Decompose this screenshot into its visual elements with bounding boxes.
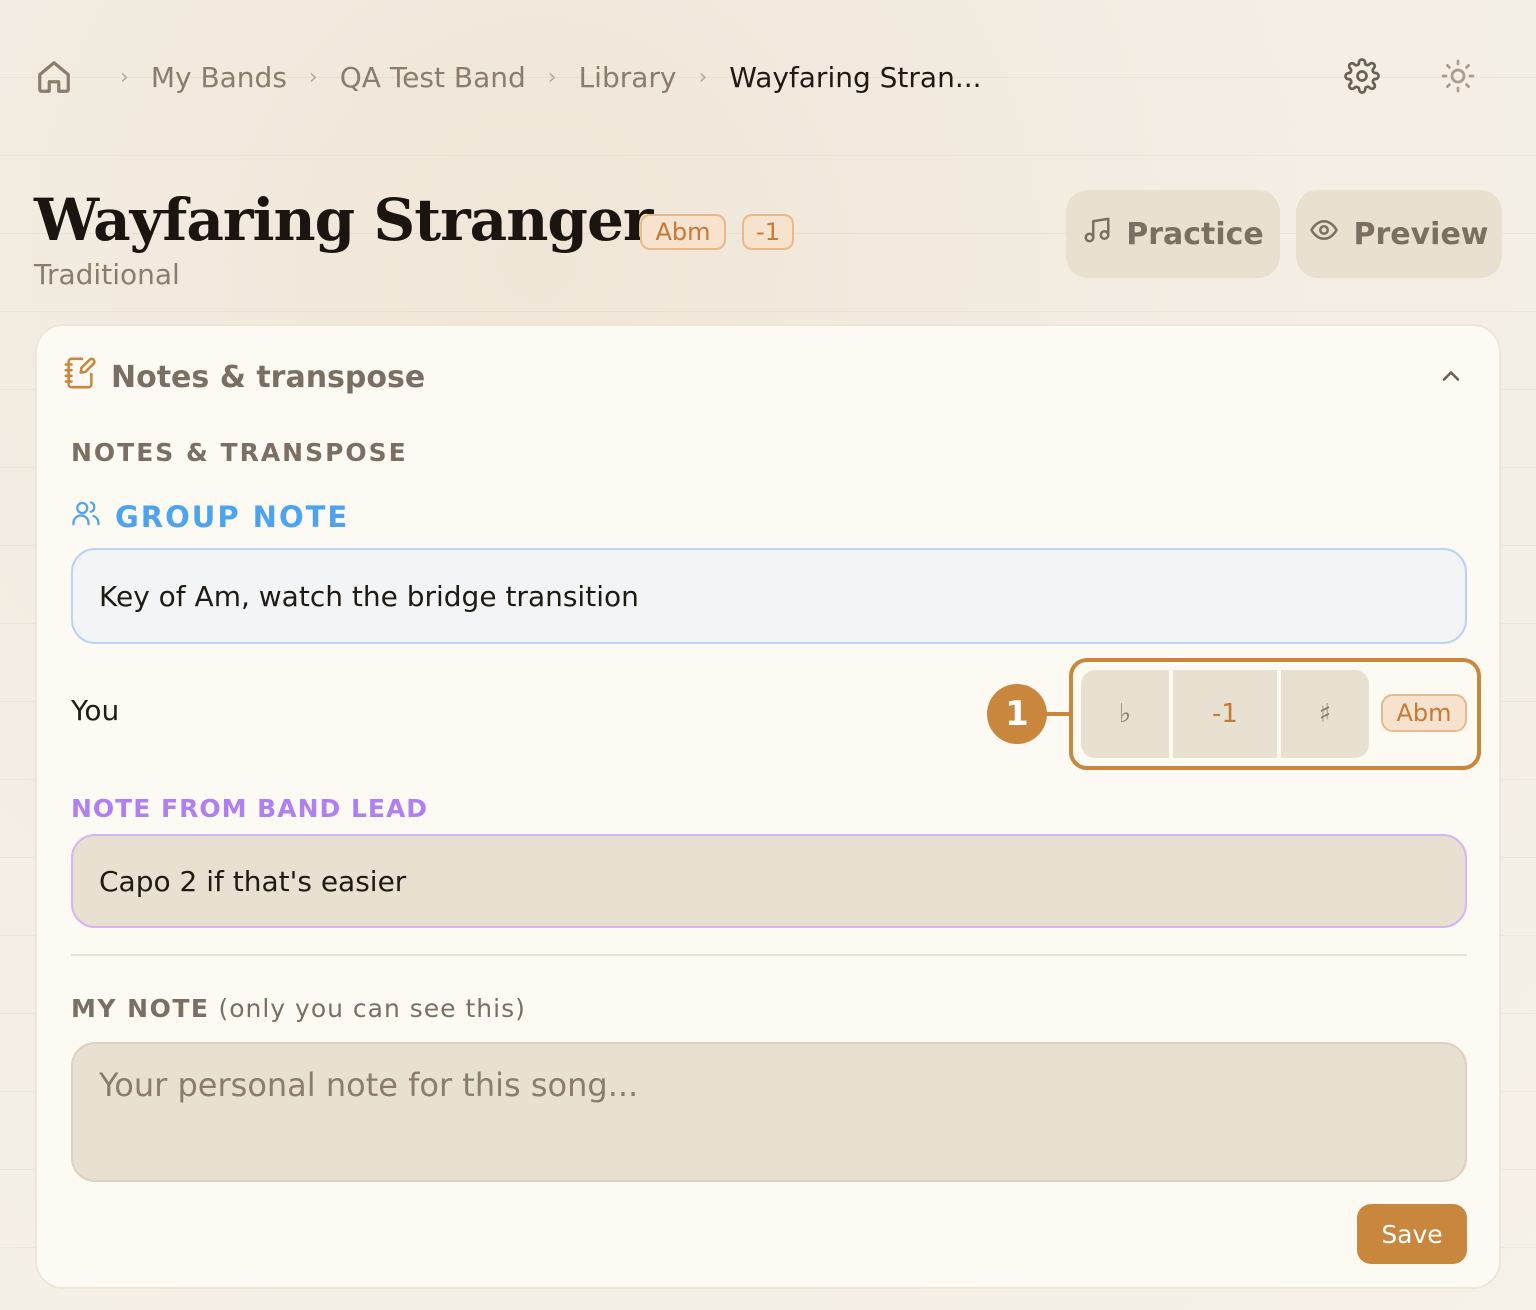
users-icon bbox=[71, 498, 101, 535]
breadcrumb-separator: › bbox=[308, 64, 318, 90]
transpose-badge: -1 bbox=[742, 214, 794, 250]
callout-connector bbox=[1045, 712, 1071, 716]
transpose-flat-button[interactable]: ♭ bbox=[1081, 670, 1169, 758]
breadcrumb-separator: › bbox=[547, 64, 557, 90]
callout-marker: 1 bbox=[987, 684, 1047, 744]
notes-card-header[interactable]: Notes & transpose bbox=[63, 356, 425, 398]
sun-icon[interactable] bbox=[1438, 56, 1478, 96]
you-label: You bbox=[71, 694, 120, 727]
chevron-up-icon[interactable] bbox=[1431, 356, 1471, 396]
notebook-pen-icon bbox=[63, 356, 97, 398]
preview-button[interactable]: Preview bbox=[1296, 190, 1502, 278]
transpose-amount[interactable]: -1 bbox=[1173, 670, 1277, 758]
practice-label: Practice bbox=[1126, 216, 1264, 252]
preview-label: Preview bbox=[1353, 216, 1489, 252]
notes-card-title: Notes & transpose bbox=[111, 359, 426, 395]
group-note-label: GROUP NOTE bbox=[71, 498, 349, 535]
group-note-label-text: GROUP NOTE bbox=[115, 499, 350, 534]
song-artist: Traditional bbox=[34, 258, 180, 291]
my-note-textarea[interactable]: Your personal note for this song... bbox=[71, 1042, 1467, 1182]
notes-transpose-card: Notes & transpose NOTES & TRANSPOSE GROU… bbox=[35, 324, 1501, 1289]
band-lead-note-field: Capo 2 if that's easier bbox=[71, 834, 1467, 928]
band-lead-note-label: NOTE FROM BAND LEAD bbox=[71, 794, 429, 823]
breadcrumb-separator: › bbox=[698, 64, 708, 90]
song-title: Wayfaring Stranger bbox=[34, 186, 653, 254]
music-note-icon bbox=[1082, 215, 1112, 253]
breadcrumb-separator: › bbox=[120, 64, 129, 90]
my-note-hint: (only you can see this) bbox=[218, 994, 526, 1023]
breadcrumb: › My Bands › QA Test Band › Library › Wa… bbox=[34, 56, 982, 98]
my-note-label: MY NOTE (only you can see this) bbox=[71, 994, 526, 1023]
key-badge: Abm bbox=[640, 214, 726, 250]
transpose-control: ♭ -1 ♯ Abm bbox=[1069, 658, 1481, 770]
transpose-sharp-button[interactable]: ♯ bbox=[1281, 670, 1369, 758]
breadcrumb-current-song: Wayfaring Stran... bbox=[729, 60, 982, 94]
breadcrumb-band[interactable]: QA Test Band bbox=[340, 61, 526, 94]
section-label: NOTES & TRANSPOSE bbox=[71, 438, 408, 467]
divider bbox=[71, 954, 1467, 956]
eye-icon bbox=[1309, 215, 1339, 253]
breadcrumb-my-bands[interactable]: My Bands bbox=[151, 61, 287, 94]
gear-icon[interactable] bbox=[1342, 56, 1382, 96]
practice-button[interactable]: Practice bbox=[1066, 190, 1280, 278]
group-note-field[interactable]: Key of Am, watch the bridge transition bbox=[71, 548, 1467, 644]
transposed-key-badge: Abm bbox=[1381, 694, 1467, 732]
my-note-label-title: MY NOTE bbox=[71, 994, 210, 1023]
save-button[interactable]: Save bbox=[1357, 1204, 1467, 1264]
breadcrumb-library[interactable]: Library bbox=[579, 61, 677, 94]
home-icon[interactable] bbox=[34, 57, 74, 97]
